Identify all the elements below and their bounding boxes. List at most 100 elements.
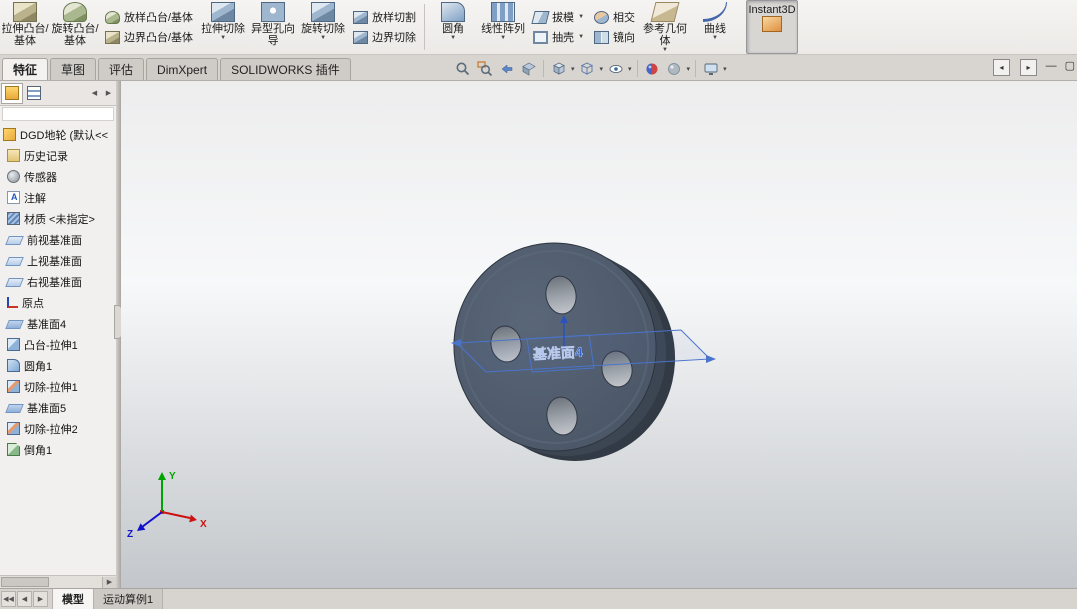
tree-root-part[interactable]: DGD地轮 (默认<< bbox=[0, 124, 116, 145]
edit-appearance-icon[interactable] bbox=[642, 58, 663, 79]
motion-study-tab[interactable]: 运动算例1 bbox=[94, 589, 164, 609]
instant3d-toggle[interactable]: Instant3D bbox=[746, 0, 799, 54]
collapse-pane-right-button[interactable]: ▸ bbox=[1020, 59, 1037, 76]
boundary-cut-button[interactable]: 边界切除 bbox=[353, 29, 416, 45]
tab-sketch[interactable]: 草图 bbox=[50, 58, 97, 80]
dropdown-caret-icon[interactable]: ▾ bbox=[571, 65, 575, 73]
dropdown-caret-icon: ▼ bbox=[450, 35, 457, 41]
tree-filter-field[interactable] bbox=[2, 107, 114, 121]
feature-tree-tab[interactable] bbox=[1, 82, 23, 104]
revolved-boss-label: 旋转凸台/基体 bbox=[51, 23, 99, 47]
ribbon-separator bbox=[424, 4, 426, 50]
extruded-boss-icon bbox=[13, 2, 37, 22]
tab-scroll-left-button[interactable]: ◀ bbox=[17, 591, 32, 607]
display-style-icon[interactable] bbox=[577, 58, 598, 79]
tree-item-plane4[interactable]: 基准面4 bbox=[0, 313, 116, 334]
plane-icon bbox=[5, 404, 24, 413]
tree-item-chamfer1[interactable]: 倒角1 bbox=[0, 439, 116, 460]
panel-tabs-left-arrow[interactable]: ◀ bbox=[88, 85, 101, 102]
tree-item-material[interactable]: 材质 <未指定> bbox=[0, 208, 116, 229]
view-settings-icon[interactable] bbox=[700, 58, 721, 79]
dropdown-caret-icon[interactable]: ▾ bbox=[600, 65, 604, 73]
tab-evaluate[interactable]: 评估 bbox=[98, 58, 145, 80]
cut-extrude-icon bbox=[7, 422, 20, 435]
history-icon bbox=[7, 149, 20, 162]
dropdown-caret-icon[interactable]: ▾ bbox=[723, 65, 727, 73]
hole-wizard-button[interactable]: 异型孔向导 bbox=[248, 0, 298, 54]
tree-item-boss-extrude1[interactable]: 凸台-拉伸1 bbox=[0, 334, 116, 355]
dropdown-caret-icon[interactable]: ▾ bbox=[628, 65, 632, 73]
previous-view-icon[interactable] bbox=[496, 58, 517, 79]
zoom-to-fit-icon[interactable] bbox=[452, 58, 473, 79]
tree-item-plane5[interactable]: 基准面5 bbox=[0, 397, 116, 418]
boundary-boss-button[interactable]: 边界凸台/基体 bbox=[105, 29, 193, 45]
feature-tree-icon bbox=[5, 86, 19, 100]
reference-geometry-button[interactable]: 参考几何体 ▼ bbox=[640, 0, 690, 54]
apply-scene-icon[interactable] bbox=[664, 58, 685, 79]
curves-icon bbox=[703, 2, 728, 22]
property-manager-tab[interactable] bbox=[23, 83, 45, 104]
instant3d-icon bbox=[762, 16, 783, 32]
dropdown-caret-icon: ▼ bbox=[220, 35, 227, 41]
scrollbar-right-arrow[interactable]: ▶ bbox=[102, 576, 116, 588]
intersect-button[interactable]: 相交 bbox=[594, 9, 635, 25]
restore-button[interactable]: ▢ bbox=[1065, 59, 1075, 72]
extruded-cut-icon bbox=[211, 2, 236, 22]
lofted-cut-button[interactable]: 放样切割 bbox=[353, 9, 416, 25]
draft-button[interactable]: 拔模 ▼ bbox=[531, 9, 584, 25]
lofted-boss-button[interactable]: 放样凸台/基体 bbox=[105, 9, 193, 25]
revolved-cut-button[interactable]: 旋转切除 ▼ bbox=[298, 0, 348, 54]
minimize-button[interactable]: — bbox=[1046, 60, 1057, 72]
panel-tabs-right-arrow[interactable]: ▶ bbox=[102, 85, 115, 102]
revolved-boss-button[interactable]: 旋转凸台/基体 bbox=[50, 0, 100, 54]
cut-extrude-icon bbox=[7, 380, 20, 393]
tree-item-origin[interactable]: 原点 bbox=[0, 292, 116, 313]
tree-item-cut-extrude2[interactable]: 切除-拉伸2 bbox=[0, 418, 116, 439]
tree-item-top-plane[interactable]: 上视基准面 bbox=[0, 250, 116, 271]
feature-tree: DGD地轮 (默认<< 历史记录 传感器 注解 材质 <未指定> 前视基准面 上… bbox=[0, 122, 116, 460]
features-ribbon: 拉伸凸台/基体 旋转凸台/基体 放样凸台/基体 边界凸台/基体 拉伸切除 ▼ 异… bbox=[0, 0, 1077, 55]
lofted-cut-icon bbox=[353, 10, 369, 24]
command-manager-tabbar: 特征 草图 评估 DimXpert SOLIDWORKS 插件 ▾ ▾ ▾ ▾ … bbox=[0, 55, 1077, 81]
section-view-icon[interactable] bbox=[518, 58, 539, 79]
curves-button[interactable]: 曲线 ▼ bbox=[690, 0, 740, 54]
material-icon bbox=[7, 212, 20, 225]
plane-icon bbox=[5, 257, 24, 266]
tree-item-fillet1[interactable]: 圆角1 bbox=[0, 355, 116, 376]
tree-item-annotations[interactable]: 注解 bbox=[0, 187, 116, 208]
fillet-button[interactable]: 圆角 ▼ bbox=[428, 0, 478, 54]
tab-scroll-right-button[interactable]: ▶ bbox=[33, 591, 48, 607]
tree-item-right-plane[interactable]: 右视基准面 bbox=[0, 271, 116, 292]
tree-item-sensors[interactable]: 传感器 bbox=[0, 166, 116, 187]
tab-scroll-first-button[interactable]: ◀◀ bbox=[1, 591, 16, 607]
extruded-boss-label: 拉伸凸台/基体 bbox=[1, 23, 49, 47]
hide-show-items-icon[interactable] bbox=[605, 58, 626, 79]
tree-item-front-plane[interactable]: 前视基准面 bbox=[0, 229, 116, 250]
window-controls: — ▢ bbox=[1046, 59, 1075, 73]
tab-features[interactable]: 特征 bbox=[2, 58, 49, 80]
dropdown-caret-icon[interactable]: ▾ bbox=[687, 65, 691, 73]
viewport-canvas[interactable]: 基准面4 Y X Z bbox=[121, 81, 1077, 588]
tab-solidworks-addins[interactable]: SOLIDWORKS 插件 bbox=[220, 58, 351, 80]
view-orientation-icon[interactable] bbox=[548, 58, 569, 79]
dropdown-caret-icon: ▼ bbox=[712, 35, 718, 41]
revolved-boss-icon bbox=[63, 2, 87, 22]
heads-up-view-toolbar: ▾ ▾ ▾ ▾ ▾ bbox=[452, 57, 728, 80]
model-tab[interactable]: 模型 bbox=[52, 589, 94, 609]
sidebar-horizontal-scrollbar[interactable]: ▶ bbox=[0, 575, 116, 588]
mirror-button[interactable]: 镜向 bbox=[594, 29, 635, 45]
tree-item-history[interactable]: 历史记录 bbox=[0, 145, 116, 166]
shell-button[interactable]: 抽壳 ▼ bbox=[533, 29, 584, 45]
sensors-icon bbox=[7, 170, 20, 183]
tree-item-cut-extrude1[interactable]: 切除-拉伸1 bbox=[0, 376, 116, 397]
extruded-cut-button[interactable]: 拉伸切除 ▼ bbox=[198, 0, 248, 54]
extruded-boss-button[interactable]: 拉伸凸台/基体 bbox=[0, 0, 50, 54]
linear-pattern-button[interactable]: 线性阵列 ▼ bbox=[478, 0, 528, 54]
graphics-area[interactable]: 基准面4 Y X Z bbox=[121, 81, 1077, 588]
collapse-pane-left-button[interactable]: ◂ bbox=[993, 59, 1010, 76]
dropdown-caret-icon: ▼ bbox=[320, 35, 327, 41]
tab-dimxpert[interactable]: DimXpert bbox=[146, 58, 219, 80]
scrollbar-thumb[interactable] bbox=[1, 577, 49, 587]
zoom-to-area-icon[interactable] bbox=[474, 58, 495, 79]
toolbar-separator bbox=[636, 60, 638, 77]
